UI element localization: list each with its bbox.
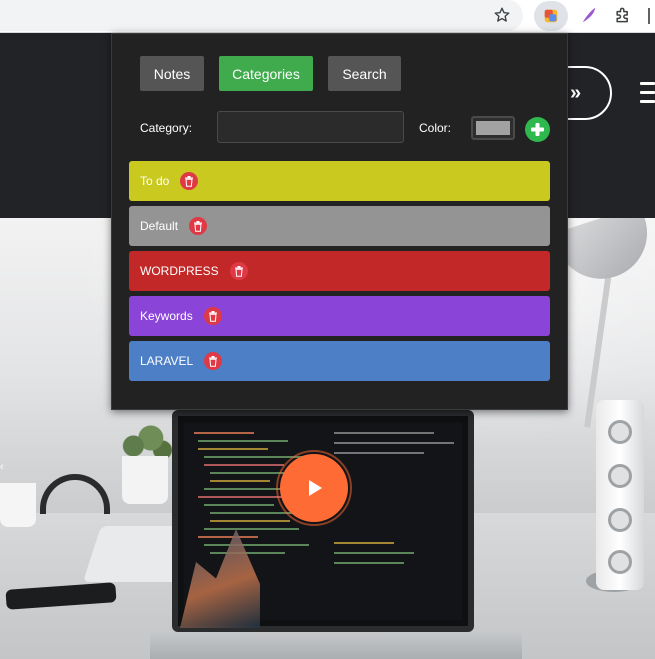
trash-icon[interactable] — [204, 352, 223, 370]
browser-toolbar — [0, 0, 655, 32]
category-item-todo[interactable]: To do — [129, 161, 550, 201]
toolbar-divider — [648, 8, 650, 24]
category-name: WORDPRESS — [140, 264, 219, 278]
notes-extension-icon[interactable] — [534, 1, 568, 31]
slider-prev-icon[interactable]: ‹ — [0, 461, 4, 473]
address-bar[interactable] — [0, 0, 523, 31]
category-label: Category: — [140, 121, 193, 135]
category-item-keywords[interactable]: Keywords — [129, 296, 550, 336]
trash-icon[interactable] — [229, 262, 248, 280]
trash-icon[interactable] — [180, 172, 199, 190]
category-name: Default — [140, 219, 179, 233]
tab-notes[interactable]: Notes — [140, 56, 204, 91]
extension-popup: Notes Categories Search Category: Color:… — [111, 33, 568, 410]
trash-icon[interactable] — [203, 307, 222, 325]
category-item-default[interactable]: Default — [129, 206, 550, 246]
laptop-base — [150, 632, 522, 659]
category-name: Keywords — [140, 309, 193, 323]
double-chevron-icon: » — [570, 81, 582, 104]
color-label: Color: — [419, 121, 452, 135]
play-icon — [309, 480, 322, 496]
category-input[interactable] — [217, 111, 404, 143]
color-picker[interactable] — [471, 116, 515, 140]
category-name: To do — [140, 174, 170, 188]
puzzle-extensions-icon[interactable] — [611, 3, 635, 27]
tab-categories[interactable]: Categories — [219, 56, 313, 91]
add-category-button[interactable] — [525, 117, 550, 142]
star-icon[interactable] — [490, 3, 514, 27]
category-item-wordpress[interactable]: WORDPRESS — [129, 251, 550, 291]
category-name: LARAVEL — [140, 354, 194, 368]
trash-icon[interactable] — [189, 217, 208, 235]
hamburger-menu-icon[interactable] — [640, 82, 655, 106]
feather-extension-icon[interactable] — [577, 3, 601, 27]
category-item-laravel[interactable]: LARAVEL — [129, 341, 550, 381]
plus-icon — [531, 123, 544, 136]
color-swatch — [476, 121, 510, 135]
tab-search[interactable]: Search — [328, 56, 401, 91]
play-button[interactable] — [280, 454, 348, 522]
